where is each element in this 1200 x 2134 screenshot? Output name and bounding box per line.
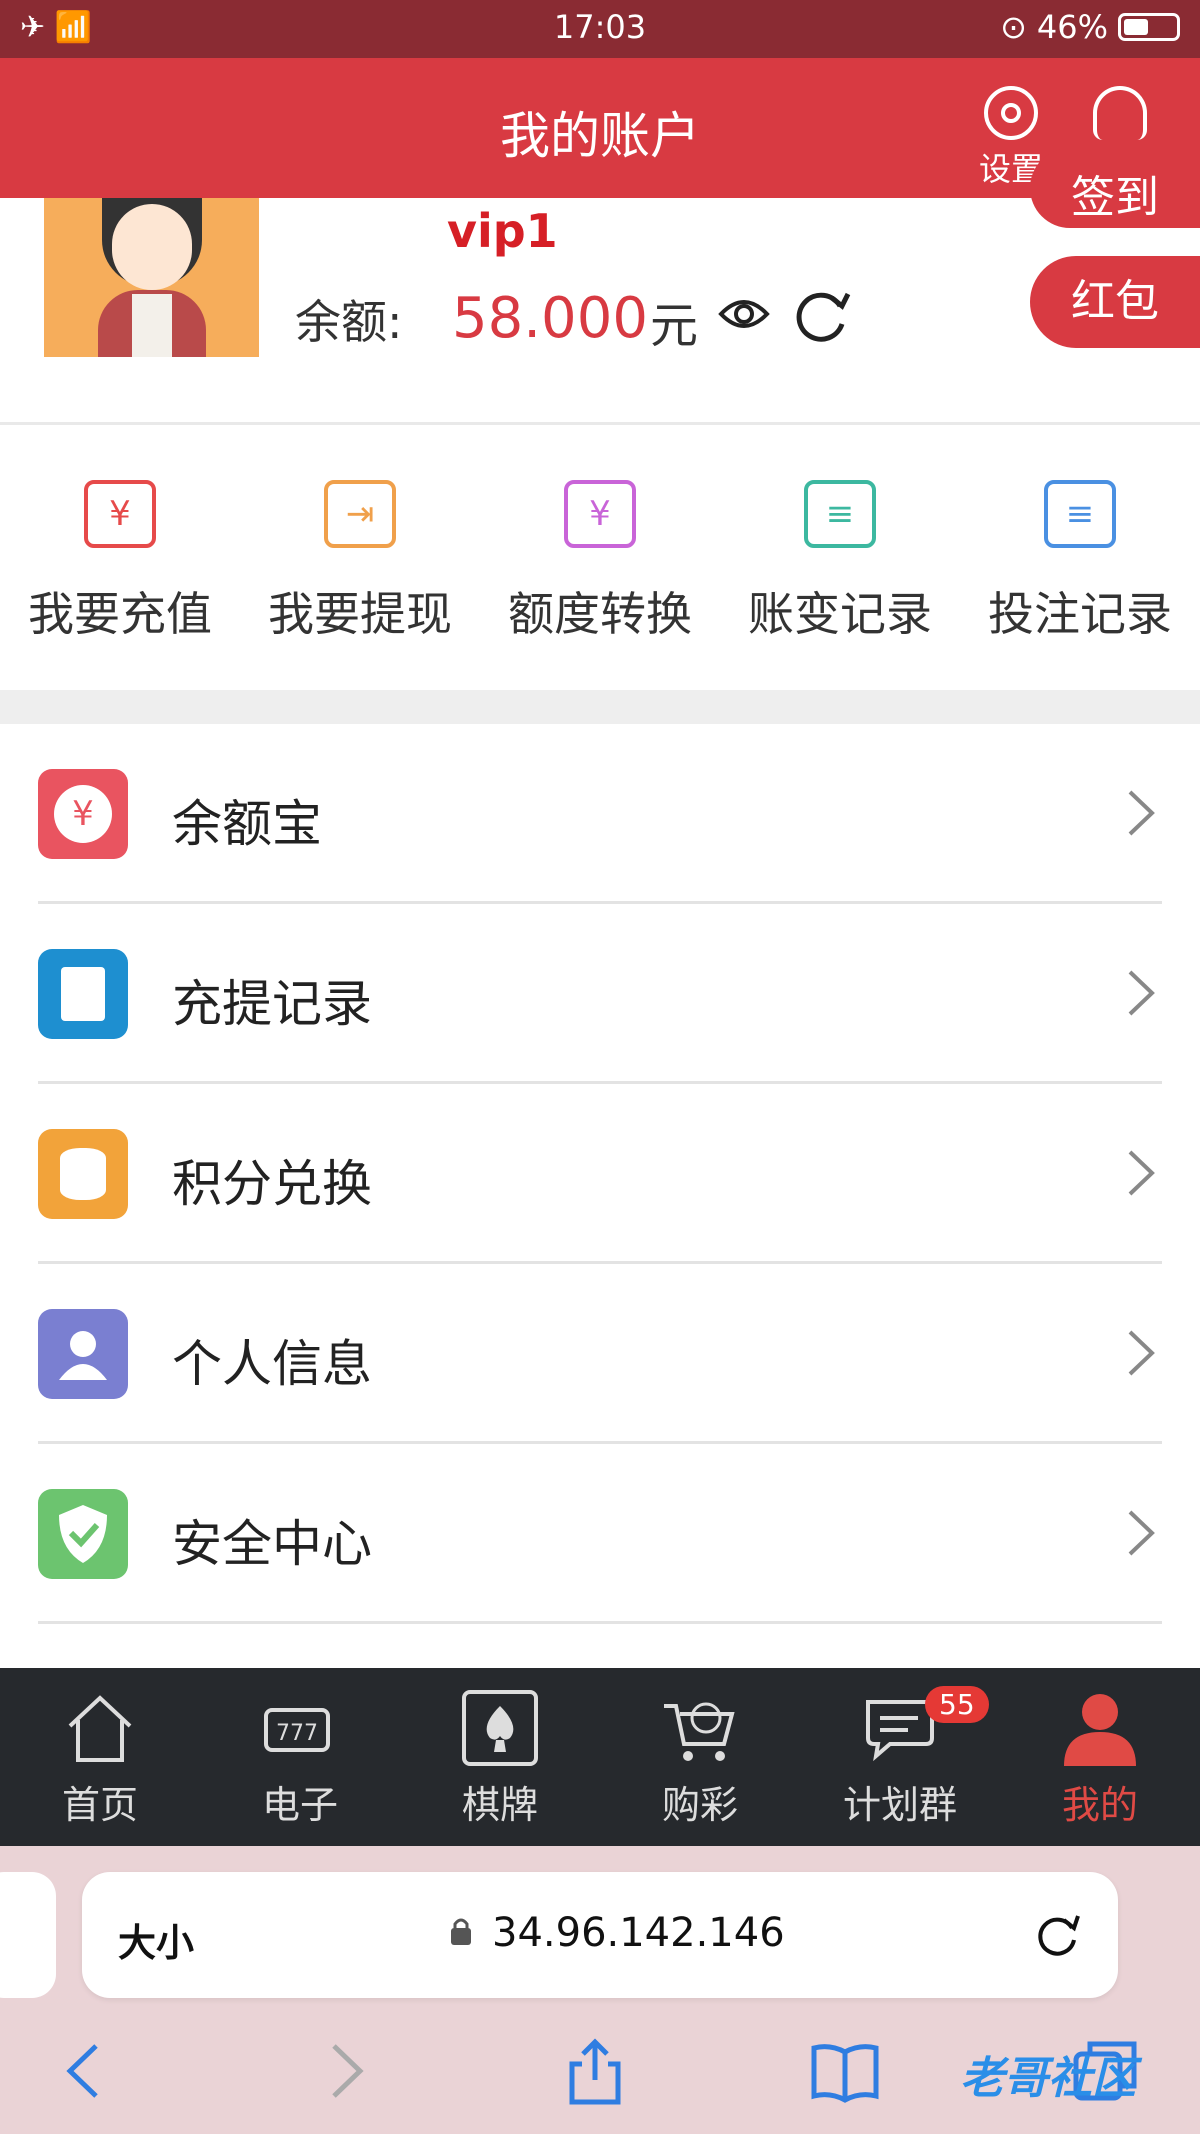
tab-label: 购彩 (661, 1783, 738, 1827)
menu-item-label: 积分兑换 (172, 1155, 372, 1213)
balance-unit: 元 (650, 298, 699, 354)
text-size-button[interactable]: 大小 (118, 1912, 194, 1967)
tab-label: 电子 (261, 1783, 338, 1827)
quick-recharge[interactable]: ¥ 我要充值 (0, 425, 240, 690)
transfer-icon: ¥ (564, 480, 636, 548)
withdraw-icon: ⇥ (324, 480, 396, 548)
tab-home[interactable]: 首页 (0, 1668, 200, 1846)
tab-label: 我的 (1061, 1783, 1138, 1827)
bookmarks-icon[interactable] (810, 2036, 880, 2106)
person-icon (1060, 1688, 1140, 1768)
lock-icon (451, 1918, 471, 1945)
status-right: ⊙ 46% (1000, 8, 1180, 46)
section-gap (0, 690, 1200, 724)
quick-transfer[interactable]: ¥ 额度转换 (480, 425, 720, 690)
chevron-right-icon (1128, 1510, 1155, 1556)
tab-electronic[interactable]: 777 电子 (200, 1668, 400, 1846)
vip-level: vip1 (447, 204, 558, 258)
chevron-right-icon (1128, 790, 1155, 836)
back-icon[interactable] (50, 2036, 120, 2106)
profile-section: vip1 余额: 58.000 元 签到 红包 (0, 148, 1200, 424)
shield-icon (38, 1489, 128, 1579)
home-icon (60, 1688, 140, 1768)
balance-label: 余额: (295, 295, 403, 349)
quick-label: 我要充值 (28, 587, 212, 641)
avatar[interactable] (44, 198, 259, 357)
bet-record-icon: ≡ (1044, 480, 1116, 548)
menu-list: ¥ 余额宝 充提记录 积分兑换 个人信息 安全中心 (0, 724, 1200, 1624)
tab-cards[interactable]: 棋牌 (400, 1668, 600, 1846)
sign-in-button[interactable]: 签到 (1030, 148, 1200, 228)
menu-item-label: 安全中心 (172, 1515, 372, 1573)
quick-account-change[interactable]: ≡ 账变记录 (720, 425, 960, 690)
user-icon (38, 1309, 128, 1399)
menu-item-label: 充提记录 (172, 975, 372, 1033)
battery-icon (1118, 13, 1180, 41)
refresh-icon[interactable] (790, 286, 852, 348)
points-icon (38, 1129, 128, 1219)
share-icon[interactable] (560, 2036, 630, 2106)
rotation-lock-icon: ⊙ (1000, 8, 1027, 46)
notification-badge: 55 (925, 1686, 989, 1723)
lottery-cart-icon (660, 1688, 740, 1768)
chevron-right-icon (1128, 970, 1155, 1016)
headset-icon (1093, 86, 1147, 140)
page-header: 我的账户 设置 客服 (0, 58, 1200, 198)
menu-item-label: 余额宝 (172, 795, 322, 853)
slot-icon: 777 (260, 1688, 340, 1768)
quick-bet-record[interactable]: ≡ 投注记录 (960, 425, 1200, 690)
watermark-logo: 老哥社区 (960, 2053, 1136, 2104)
chevron-right-icon (1128, 1150, 1155, 1196)
quick-label: 额度转换 (508, 587, 692, 641)
tab-label: 首页 (61, 1783, 138, 1827)
quick-actions: ¥ 我要充值 ⇥ 我要提现 ¥ 额度转换 ≡ 账变记录 ≡ 投注记录 (0, 425, 1200, 690)
battery-percent: 46% (1036, 8, 1108, 46)
recharge-icon: ¥ (84, 480, 156, 548)
bottom-tab-bar: 首页 777 电子 棋牌 购彩 55 计划群 我的 (0, 1668, 1200, 1846)
menu-item-profile[interactable]: 个人信息 (0, 1264, 1200, 1444)
quick-withdraw[interactable]: ⇥ 我要提现 (240, 425, 480, 690)
cards-icon (460, 1688, 540, 1768)
quick-label: 投注记录 (988, 587, 1172, 641)
menu-item-security[interactable]: 安全中心 (0, 1444, 1200, 1624)
reload-icon[interactable] (1032, 1910, 1082, 1960)
address-bar[interactable]: 大小 34.96.142.146 (82, 1872, 1118, 1998)
forward-icon[interactable] (310, 2036, 380, 2106)
tab-label: 棋牌 (461, 1783, 538, 1827)
menu-item-recharge-record[interactable]: 充提记录 (0, 904, 1200, 1084)
balance-value: 58.000 (452, 286, 648, 351)
quick-label: 账变记录 (748, 587, 932, 641)
tab-mine[interactable]: 我的 (1000, 1668, 1200, 1846)
tab-label: 计划群 (842, 1783, 957, 1827)
browser-toolbar: 大小 34.96.142.146 老哥社区 (0, 1846, 1200, 2134)
quick-label: 我要提现 (268, 587, 452, 641)
menu-item-yuebao[interactable]: ¥ 余额宝 (0, 724, 1200, 904)
svg-text:777: 777 (276, 1721, 318, 1746)
status-bar: ✈ ︎📶 17:03 ⊙ 46% (0, 0, 1200, 58)
account-change-icon: ≡ (804, 480, 876, 548)
tab-plan-group[interactable]: 55 计划群 (800, 1668, 1000, 1846)
menu-item-label: 个人信息 (172, 1335, 372, 1393)
menu-item-points[interactable]: 积分兑换 (0, 1084, 1200, 1264)
red-packet-button[interactable]: 红包 (1030, 256, 1200, 348)
url-text: 34.96.142.146 (492, 1910, 785, 1956)
previous-tab[interactable] (0, 1872, 56, 1998)
yuebao-icon: ¥ (38, 769, 128, 859)
tab-lottery[interactable]: 购彩 (600, 1668, 800, 1846)
chevron-right-icon (1128, 1330, 1155, 1376)
gear-icon (984, 86, 1038, 140)
eye-icon[interactable] (718, 294, 770, 334)
record-icon (38, 949, 128, 1039)
